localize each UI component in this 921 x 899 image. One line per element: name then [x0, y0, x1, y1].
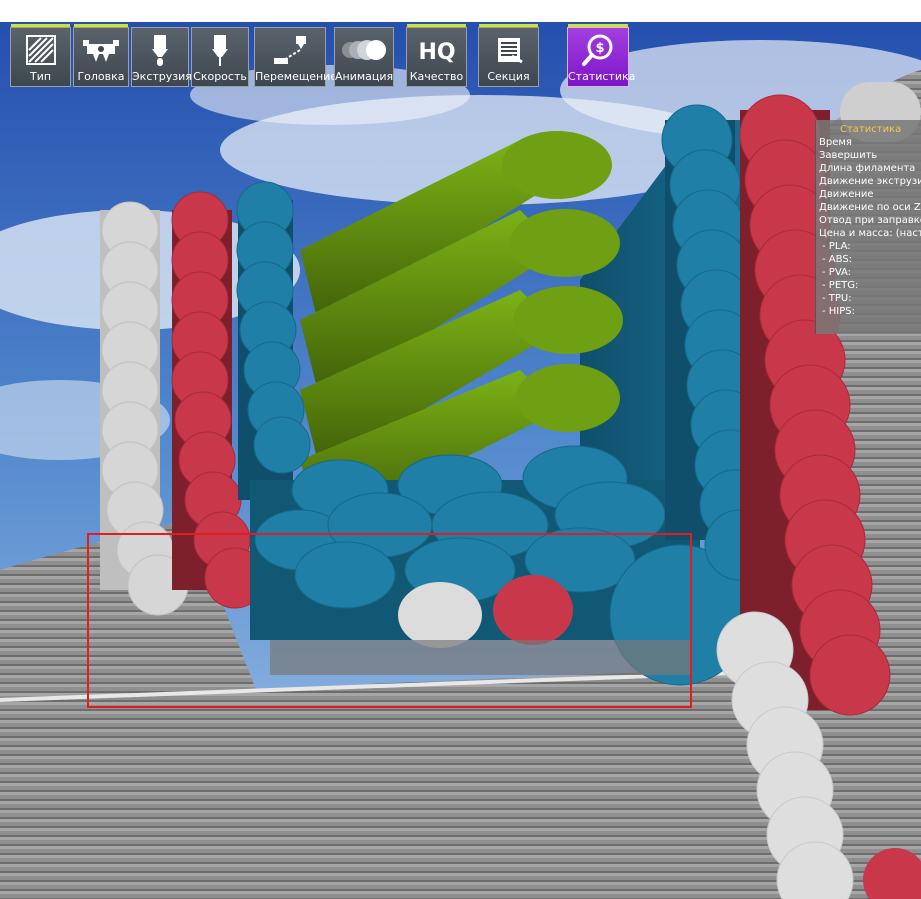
- top-toolbar: Тип Головка Экструзия Скорость Перемещен…: [0, 22, 921, 92]
- material-hips: - HIPS:: [822, 306, 856, 317]
- quality-button[interactable]: HQ Качество: [406, 24, 467, 87]
- active-indicator: [11, 24, 70, 27]
- quality-label: Качество: [409, 70, 464, 83]
- active-indicator: [568, 24, 628, 27]
- head-label: Головка: [77, 70, 125, 83]
- extrusion-label: Экструзия: [132, 70, 192, 83]
- section-icon: [479, 32, 538, 68]
- active-indicator: [407, 24, 466, 27]
- active-indicator: [74, 24, 128, 27]
- head-button[interactable]: Головка: [73, 24, 129, 87]
- selection-rectangle: [87, 533, 692, 708]
- stat-retraction: Отвод при заправке: [819, 215, 921, 226]
- stat-z-moves: Движение по оси Z: [819, 202, 921, 213]
- material-pla: - PLA:: [822, 241, 851, 252]
- statistics-button[interactable]: $ Статистика: [567, 24, 636, 87]
- speed-button[interactable]: Скорость: [191, 27, 249, 87]
- stat-time: Время: [819, 137, 852, 148]
- statistics-panel: Статистика Время Завершить Длина филамен…: [815, 120, 921, 334]
- speed-label: Скорость: [193, 70, 247, 83]
- animation-icon: [335, 32, 393, 68]
- printhead-icon: [74, 32, 128, 68]
- statistics-title: Статистика: [840, 124, 902, 135]
- type-button[interactable]: Тип: [10, 24, 71, 87]
- hq-icon: HQ: [407, 32, 466, 68]
- layer-type-icon: [11, 32, 70, 68]
- svg-text:HQ: HQ: [418, 40, 455, 65]
- stat-filament-length: Длина филамента: [819, 163, 916, 174]
- extrusion-icon: [132, 32, 188, 68]
- animation-label: Анимация: [335, 70, 394, 83]
- speed-nozzle-icon: [192, 32, 248, 68]
- material-pva: - PVA:: [822, 267, 852, 278]
- toolpath-scene: [0, 22, 921, 899]
- extrusion-button[interactable]: Экструзия: [131, 27, 192, 87]
- statistics-dollar-icon: $: [568, 32, 628, 68]
- stat-finish: Завершить: [819, 150, 878, 161]
- section-label: Секция: [487, 70, 530, 83]
- stat-moves: Движение: [819, 189, 874, 200]
- travel-move-icon: [255, 32, 325, 68]
- 3d-viewport[interactable]: [0, 22, 921, 899]
- material-petg: - PETG:: [822, 280, 859, 291]
- material-tpu: - TPU:: [822, 293, 852, 304]
- statistics-label: Статистика: [568, 70, 636, 83]
- section-button[interactable]: Секция: [478, 24, 539, 87]
- travel-label: Перемещение: [255, 70, 338, 83]
- travel-button[interactable]: Перемещение: [254, 27, 338, 87]
- type-label: Тип: [29, 70, 52, 83]
- material-abs: - ABS:: [822, 254, 853, 265]
- svg-text:$: $: [595, 41, 604, 56]
- animation-button[interactable]: Анимация: [334, 27, 394, 87]
- stat-price-mass: Цена и масса: (настр: [819, 228, 921, 239]
- active-indicator: [479, 24, 538, 27]
- stat-extrusion-moves: Движение экструзии: [819, 176, 921, 187]
